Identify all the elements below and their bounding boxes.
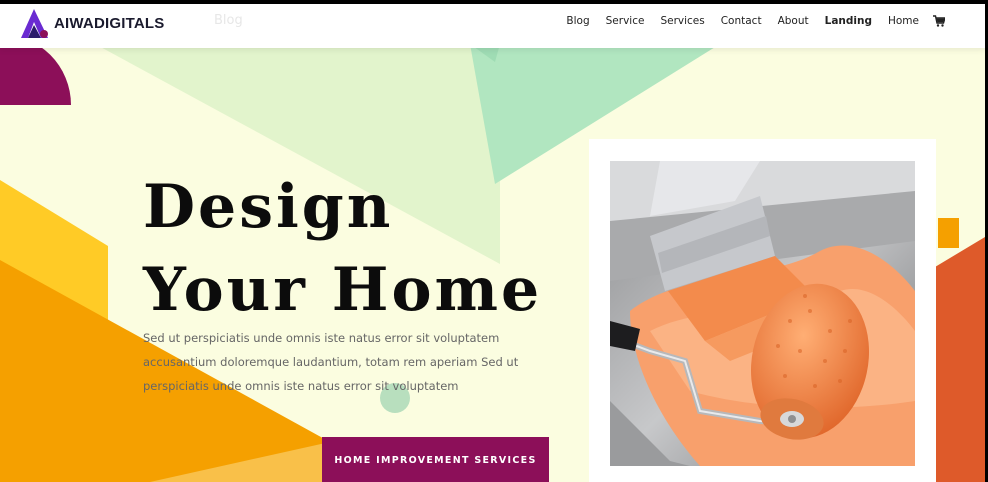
home-improvement-services-button[interactable]: HOME IMPROVEMENT SERVICES <box>322 437 549 482</box>
nav-about[interactable]: About <box>778 15 809 27</box>
brand-name: AIWADIGITALS <box>54 14 165 32</box>
hero-description: Sed ut perspiciatis unde omnis iste natu… <box>143 331 519 393</box>
nav-home[interactable]: Home <box>888 15 919 27</box>
main-nav: Blog Service Services Contact About Land… <box>550 15 945 27</box>
hero-image-card <box>589 139 936 482</box>
logo-mark-icon <box>21 9 48 38</box>
paint-roller-illustration <box>610 161 915 466</box>
site-logo[interactable]: AIWADIGITALS <box>19 6 164 40</box>
red-orange-shape <box>935 237 985 482</box>
page: AIWADIGITALS Blog Blog Service Services … <box>0 4 985 482</box>
nav-contact[interactable]: Contact <box>721 15 762 27</box>
hero-title: Design Your Home <box>143 166 542 332</box>
orange-square <box>938 218 959 248</box>
site-header: AIWADIGITALS Blog Blog Service Services … <box>0 4 985 48</box>
cart-icon[interactable] <box>933 15 945 27</box>
nav-blog[interactable]: Blog <box>566 15 589 27</box>
nav-service[interactable]: Service <box>606 15 645 27</box>
hero-title-line-2: Your Home <box>143 255 543 325</box>
nav-landing[interactable]: Landing <box>825 15 872 27</box>
hero-title-line-1: Design <box>143 172 394 242</box>
paint-roller-photo <box>610 161 915 466</box>
ghost-nav-text: Blog <box>214 13 243 28</box>
nav-services[interactable]: Services <box>660 15 704 27</box>
